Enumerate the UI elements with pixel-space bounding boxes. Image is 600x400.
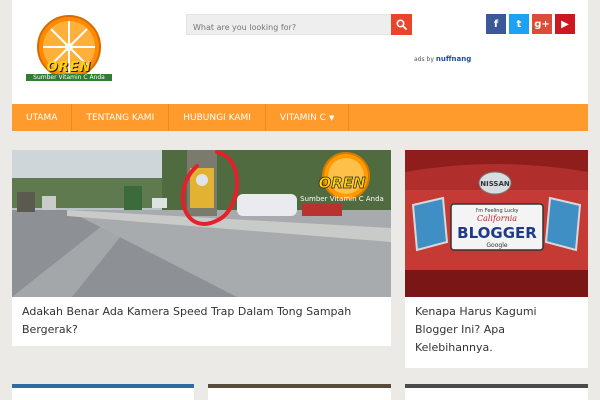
- main-nav: UTAMA TENTANG KAMI HUBUNGI KAMI VITAMIN …: [12, 104, 588, 131]
- logo-text: OREN: [46, 60, 92, 75]
- nav-label: VITAMIN C: [279, 112, 326, 123]
- search-input[interactable]: [187, 18, 391, 37]
- facebook-icon[interactable]: f: [486, 14, 506, 34]
- ads-brand: nuffnang: [435, 55, 472, 63]
- ads-label[interactable]: ads by nuffnang: [414, 55, 471, 63]
- youtube-icon[interactable]: ▶: [555, 14, 575, 34]
- post-thumbnail-edge: [12, 384, 194, 388]
- nav-item-hubungi-kami[interactable]: HUBUNGI KAMI: [169, 104, 266, 131]
- caret-down-icon: ▼: [328, 113, 335, 122]
- nav-item-tentang-kami[interactable]: TENTANG KAMI: [72, 104, 170, 131]
- watermark-subtext: Sumber Vitamin C Anda: [300, 195, 384, 203]
- nav-label: UTAMA: [26, 112, 58, 123]
- search-button[interactable]: [391, 14, 412, 35]
- post-thumbnail-edge: [208, 384, 391, 388]
- post-thumbnail[interactable]: NISSAN I'm Feeling Lucky California BLOG…: [405, 150, 588, 297]
- post-title[interactable]: Adakah Benar Ada Kamera Speed Trap Dalam…: [22, 303, 384, 339]
- ads-prefix: ads by: [414, 55, 434, 63]
- post-card[interactable]: [405, 384, 588, 400]
- nav-label: HUBUNGI KAMI: [183, 112, 251, 123]
- logo-tagline: Sumber Vitamin C Anda: [26, 74, 112, 81]
- post-thumbnail[interactable]: OREN Sumber Vitamin C Anda: [12, 150, 391, 297]
- plate-state: California: [477, 214, 517, 223]
- social-links: f t g+ ▶: [486, 14, 575, 34]
- nav-item-vitamin-c[interactable]: VITAMIN C ▼: [266, 104, 350, 131]
- watermark-text: OREN: [318, 174, 366, 192]
- google-plus-icon[interactable]: g+: [532, 14, 552, 34]
- post-thumbnail-edge: [405, 384, 588, 388]
- plate-bottom: Google: [486, 242, 507, 249]
- post-card[interactable]: OREN Sumber Vitamin C Anda Adakah Benar …: [12, 150, 391, 346]
- nav-label: TENTANG KAMI: [86, 112, 155, 123]
- twitter-icon[interactable]: t: [509, 14, 529, 34]
- search-bar: [186, 14, 412, 37]
- post-card[interactable]: [208, 384, 391, 400]
- site-header: OREN Sumber Vitamin C Anda f t g+ ▶ ads …: [12, 0, 588, 104]
- post-card[interactable]: NISSAN I'm Feeling Lucky California BLOG…: [405, 150, 588, 368]
- car-brand: NISSAN: [480, 180, 510, 188]
- search-icon: [396, 19, 407, 30]
- post-card[interactable]: [12, 384, 194, 400]
- post-title[interactable]: Kenapa Harus Kagumi Blogger Ini? Apa Kel…: [415, 303, 581, 357]
- nav-item-utama[interactable]: UTAMA: [12, 104, 73, 131]
- plate-text: BLOGGER: [457, 224, 537, 242]
